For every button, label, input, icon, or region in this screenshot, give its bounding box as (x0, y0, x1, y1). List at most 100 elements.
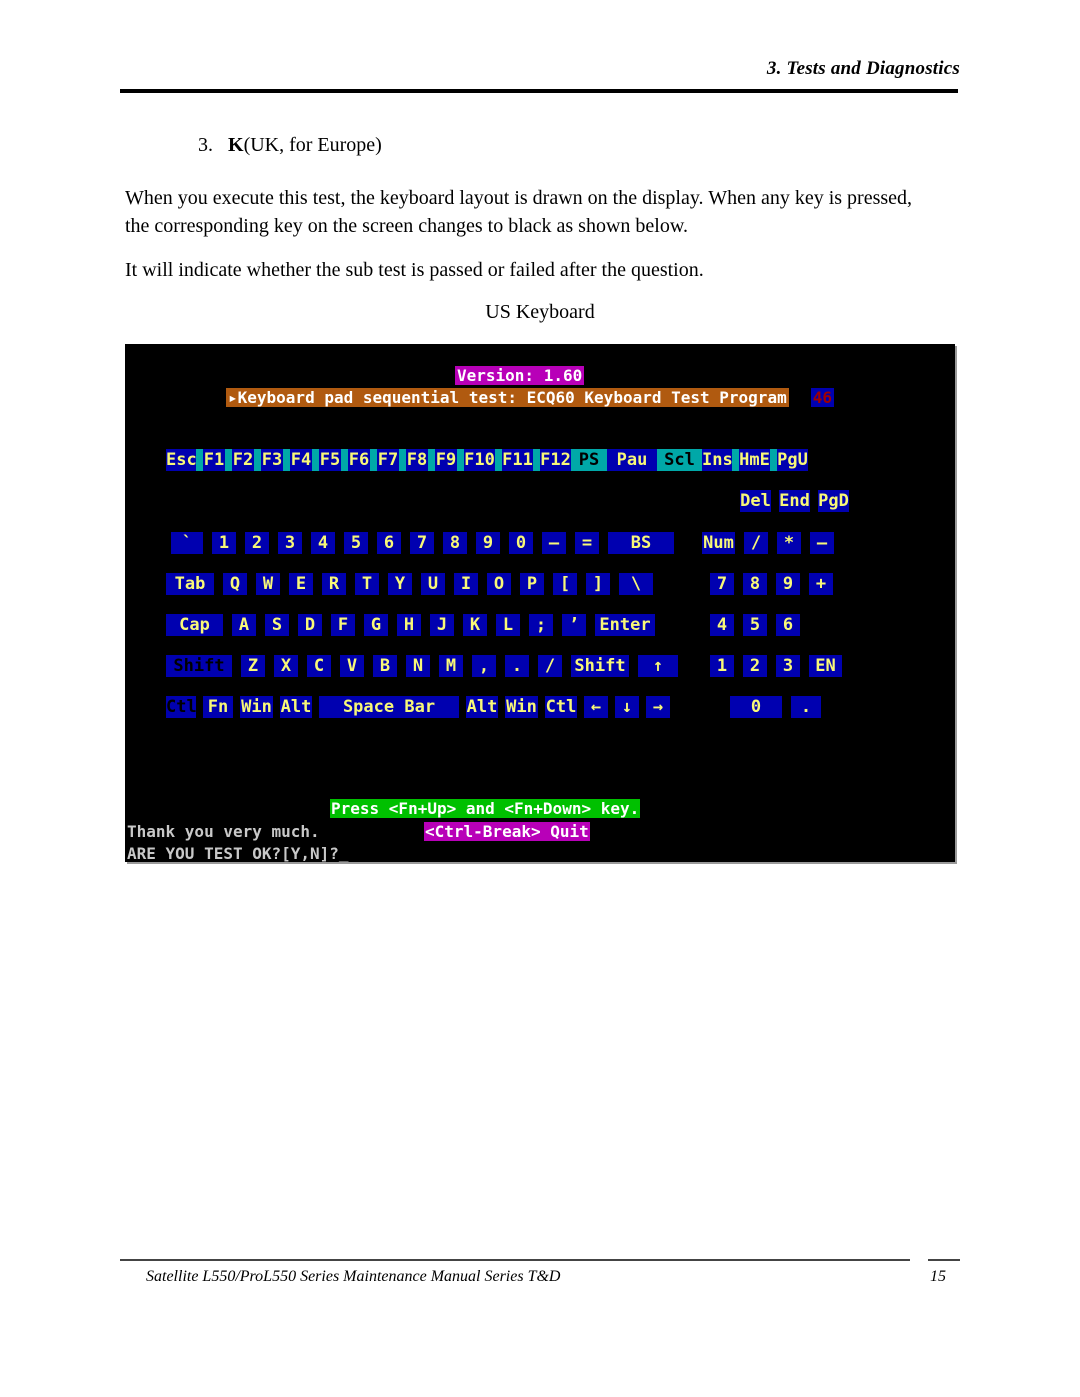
key-scl[interactable]: Scl (664, 449, 695, 471)
key-tab[interactable]: Tab (166, 573, 214, 595)
key-0[interactable]: 0 (730, 696, 782, 718)
key-n[interactable]: N (406, 655, 430, 677)
key-[interactable]: . (791, 696, 821, 718)
key-ctl[interactable]: Ctl (545, 696, 577, 718)
key-pgd[interactable]: PgD (818, 490, 849, 512)
key-2[interactable]: 2 (743, 655, 767, 677)
key-shift[interactable]: Shift (166, 655, 232, 677)
key-ctl[interactable]: Ctl (166, 696, 197, 718)
key-m[interactable]: M (439, 655, 463, 677)
key-hme[interactable]: HmE (739, 449, 770, 471)
key-5[interactable]: 5 (344, 532, 368, 554)
key-p[interactable]: P (520, 573, 544, 595)
key-z[interactable]: Z (241, 655, 265, 677)
key-[interactable]: — (542, 532, 566, 554)
key-l[interactable]: L (496, 614, 520, 636)
key-ps[interactable]: PS (578, 449, 600, 471)
key-q[interactable]: Q (223, 573, 247, 595)
key-fn[interactable]: Fn (203, 696, 233, 718)
key-k[interactable]: K (463, 614, 487, 636)
key-2[interactable]: 2 (245, 532, 269, 554)
key-s[interactable]: S (265, 614, 289, 636)
key-ins[interactable]: Ins (702, 449, 733, 471)
key-[interactable]: . (505, 655, 529, 677)
key-del[interactable]: Del (740, 490, 771, 512)
key-d[interactable]: D (298, 614, 322, 636)
key-t[interactable]: T (355, 573, 379, 595)
key-0[interactable]: 0 (509, 532, 533, 554)
key-w[interactable]: W (256, 573, 280, 595)
key-f5[interactable]: F5 (319, 449, 341, 471)
key-bs[interactable]: BS (608, 532, 674, 554)
key-y[interactable]: Y (388, 573, 412, 595)
key-num[interactable]: Num (702, 532, 735, 554)
key-r[interactable]: R (322, 573, 346, 595)
key-enter[interactable]: Enter (595, 614, 655, 636)
key-[interactable]: , (472, 655, 496, 677)
key-[interactable]: [ (553, 573, 577, 595)
key-[interactable]: ] (586, 573, 610, 595)
key-8[interactable]: 8 (443, 532, 467, 554)
key-f3[interactable]: F3 (261, 449, 283, 471)
key-[interactable]: ; (529, 614, 553, 636)
key-cap[interactable]: Cap (166, 614, 223, 636)
key-9[interactable]: 9 (776, 573, 800, 595)
key-[interactable]: — (810, 532, 834, 554)
key-f10[interactable]: F10 (464, 449, 495, 471)
key-6[interactable]: 6 (776, 614, 800, 636)
key-g[interactable]: G (364, 614, 388, 636)
key-1[interactable]: 1 (212, 532, 236, 554)
key-o[interactable]: O (487, 573, 511, 595)
key-9[interactable]: 9 (476, 532, 500, 554)
key-[interactable]: ` (171, 532, 203, 554)
key-e[interactable]: E (289, 573, 313, 595)
key-pau[interactable]: Pau (607, 449, 657, 471)
key-shift[interactable]: Shift (571, 655, 629, 677)
key-f9[interactable]: F9 (435, 449, 457, 471)
key-esc[interactable]: Esc (166, 449, 197, 471)
key-5[interactable]: 5 (743, 614, 767, 636)
key-win[interactable]: Win (505, 696, 538, 718)
key-[interactable]: ’ (562, 614, 586, 636)
key-3[interactable]: 3 (776, 655, 800, 677)
key-[interactable]: ↓ (615, 696, 639, 718)
key-3[interactable]: 3 (278, 532, 302, 554)
key-[interactable]: ↑ (638, 655, 678, 677)
key-6[interactable]: 6 (377, 532, 401, 554)
key-8[interactable]: 8 (743, 573, 767, 595)
key-[interactable]: + (809, 573, 833, 595)
key-f[interactable]: F (331, 614, 355, 636)
key-j[interactable]: J (430, 614, 454, 636)
key-7[interactable]: 7 (410, 532, 434, 554)
key-b[interactable]: B (373, 655, 397, 677)
key-[interactable]: = (575, 532, 599, 554)
key-end[interactable]: End (779, 490, 810, 512)
key-i[interactable]: I (454, 573, 478, 595)
key-en[interactable]: EN (809, 655, 842, 677)
key-[interactable]: * (777, 532, 801, 554)
key-c[interactable]: C (307, 655, 331, 677)
key-f6[interactable]: F6 (348, 449, 370, 471)
key-f12[interactable]: F12 (540, 449, 571, 471)
key-[interactable]: → (646, 696, 670, 718)
key-f2[interactable]: F2 (232, 449, 254, 471)
key-f4[interactable]: F4 (290, 449, 312, 471)
key-4[interactable]: 4 (311, 532, 335, 554)
key-h[interactable]: H (397, 614, 421, 636)
key-f7[interactable]: F7 (377, 449, 399, 471)
key-x[interactable]: X (274, 655, 298, 677)
key-a[interactable]: A (232, 614, 256, 636)
key-v[interactable]: V (340, 655, 364, 677)
key-1[interactable]: 1 (710, 655, 734, 677)
key-4[interactable]: 4 (710, 614, 734, 636)
key-[interactable]: ← (584, 696, 608, 718)
key-f11[interactable]: F11 (502, 449, 533, 471)
key-[interactable]: / (538, 655, 562, 677)
key-[interactable]: \ (619, 573, 653, 595)
key-pgu[interactable]: PgU (777, 449, 808, 471)
key-[interactable]: / (744, 532, 768, 554)
key-u[interactable]: U (421, 573, 445, 595)
key-alt[interactable]: Alt (466, 696, 498, 718)
key-alt[interactable]: Alt (280, 696, 312, 718)
key-f1[interactable]: F1 (203, 449, 225, 471)
